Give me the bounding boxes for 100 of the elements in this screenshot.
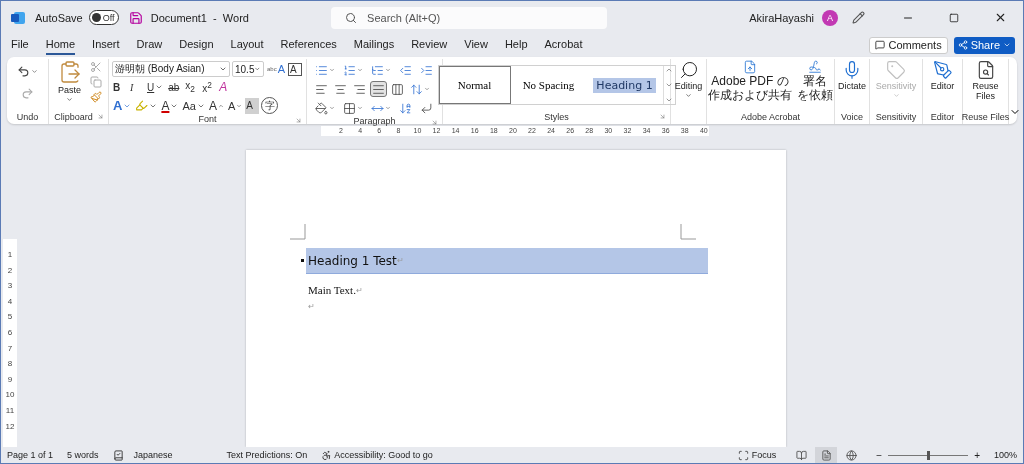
ribbon-button[interactable]: Editor [926,59,959,92]
shading-button[interactable] [313,100,337,116]
scroll-down-icon[interactable] [665,81,673,89]
ribbon-tab[interactable]: Insert [92,35,120,55]
phonetic-guide-button[interactable]: $^{abc}$A [266,61,287,77]
chevron-icon [219,65,227,73]
dialog-launcher-icon[interactable] [295,117,302,124]
numbered-list-icon [343,63,356,77]
more-styles-icon[interactable] [665,96,673,104]
autosave-toggle[interactable]: Off [88,10,119,25]
grow-font-button[interactable]: A [207,97,225,114]
ribbon-tab[interactable]: File [11,35,29,55]
zoom-out-button[interactable]: − [876,449,883,461]
editing-button[interactable]: Editing [672,59,705,100]
accessibility-status[interactable]: Accessibility: Good to go [334,450,433,460]
dialog-launcher-icon[interactable] [97,113,104,120]
ribbon-button[interactable]: Reuse Files [966,59,1005,102]
caret-icon [217,102,224,109]
paste-button[interactable]: Paste [55,59,84,104]
bullet-list-icon [315,63,328,77]
app-logo [11,10,25,25]
save-icon[interactable] [128,10,143,25]
clear-formatting-button[interactable]: A [218,79,233,95]
ribbon-tab[interactable]: Home [45,35,76,55]
font-color-button[interactable]: A [160,97,180,114]
ribbon-button[interactable]: Dictate [837,59,867,92]
cut-icon[interactable] [89,61,102,73]
underline-button[interactable]: U [146,79,165,95]
copy-icon[interactable] [89,76,102,88]
comment-icon [875,40,886,50]
alignment-icon [391,82,404,96]
focus-icon [737,449,749,461]
alignment-button[interactable] [389,81,406,97]
borders-button[interactable] [341,100,365,116]
text-predictions-status[interactable]: Text Predictions: On [226,450,308,460]
dialog-launcher-icon[interactable] [431,119,438,126]
font-name-field[interactable]: 游明朝 (Body Asian) [112,61,230,77]
chevron-icon [31,67,38,75]
character-shading-button[interactable]: A [245,97,260,114]
chevron-icon [424,86,430,92]
font-size-field[interactable]: 10.5 [232,61,264,77]
ribbon-tab[interactable]: References [280,35,337,55]
zoom-slider-thumb[interactable] [926,450,930,460]
alignment-icon [315,82,328,96]
view-button[interactable] [815,447,838,463]
strikethrough-button[interactable]: ab [167,79,182,95]
ribbon-tab[interactable]: Layout [230,35,264,55]
page-count[interactable]: Page 1 of 1 [7,450,54,460]
ribbon-tab[interactable]: Draw [136,35,163,55]
language-label[interactable]: Japanese [133,450,173,460]
search-field[interactable]: Search (Alt+Q) [331,6,608,29]
style-item[interactable]: Normal [438,66,511,104]
accessibility-icon [321,449,333,461]
heading-paragraph: Heading 1 Test↵ [306,248,708,274]
change-case-button[interactable]: Aa [181,97,206,114]
ribbon-tab[interactable]: Review [411,35,448,55]
vertical-ruler: 1 2 3 4 5 6 7 8 9 10 11 12 [3,239,17,447]
highlighter-icon [135,99,149,112]
ribbon-tab[interactable]: Mailings [353,35,395,55]
paragraph-marker-icon [301,259,304,262]
return-arrow-icon [420,101,433,115]
create-pdf-button[interactable]: Adobe PDF の 作成および共有 [706,59,794,103]
scroll-up-icon[interactable] [665,66,673,74]
chevron-icon [155,83,164,91]
share-icon [957,40,968,50]
chevron-icon [254,65,261,73]
request-signature-button[interactable]: 署名 を依頼 [795,59,835,103]
script-button[interactable]: x$^{2}$ [201,79,216,95]
zoom-level[interactable]: 100% [993,450,1017,460]
multilevel-list-icon [371,63,384,77]
ribbon-tab[interactable]: Acrobat [544,35,583,55]
alignment-button[interactable] [370,81,387,97]
redo-icon [21,86,34,100]
dialog-launcher-icon[interactable] [659,113,666,120]
pen-icon[interactable] [852,11,865,24]
format-painter-icon[interactable] [89,91,102,103]
character-border-button[interactable]: A [288,62,303,76]
user-avatar[interactable]: A [822,9,838,26]
bold-button[interactable]: B [112,79,126,95]
shrink-font-button[interactable]: A [226,97,244,114]
ribbon-tab[interactable]: Design [179,35,214,55]
ribbon-tab[interactable]: Help [504,35,528,55]
comments-button[interactable]: Comments [869,36,948,54]
script-button[interactable]: x$_{2}$ [184,79,199,95]
text-effects-button[interactable]: A [112,97,133,114]
group-label: Font [198,114,217,124]
alignment-icon [353,82,366,96]
proofing-icon[interactable] [112,449,124,461]
group-label: Voice [841,112,863,122]
focus-button[interactable]: Focus [751,450,777,460]
user-name: AkiraHayashi [749,11,814,24]
ribbon-tab[interactable]: View [464,35,488,55]
share-button[interactable]: Share [953,36,1015,54]
word-count[interactable]: 5 words [67,450,99,460]
autosave-label: AutoSave [35,11,83,24]
italic-button[interactable]: I [129,79,143,95]
zoom-in-button[interactable]: + [974,449,980,461]
body-paragraph: ↵ [307,300,316,313]
group-label: Editor [930,112,955,122]
chevron-icon [329,67,335,73]
